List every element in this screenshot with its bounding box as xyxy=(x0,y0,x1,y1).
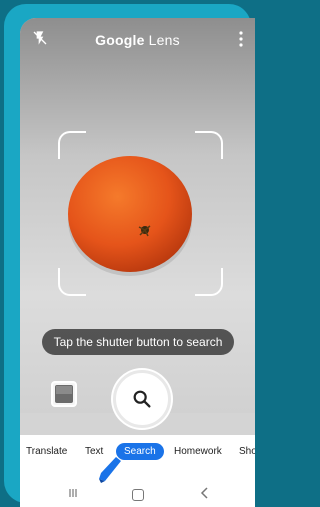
home-icon[interactable] xyxy=(132,489,144,501)
system-nav-bar xyxy=(20,481,255,507)
tab-shopping[interactable]: Sho xyxy=(239,446,255,457)
gallery-thumbnail-icon[interactable] xyxy=(50,378,78,408)
title-brand: Google xyxy=(95,32,145,48)
shutter-button[interactable] xyxy=(113,370,171,428)
tab-search[interactable]: Search xyxy=(116,443,164,460)
camera-viewfinder[interactable]: Google Lens Tap the shutter button to se… xyxy=(20,18,255,428)
screen: Google Lens Tap the shutter button to se… xyxy=(20,18,255,507)
selection-corner-top-right[interactable] xyxy=(195,131,223,159)
tab-translate[interactable]: Translate xyxy=(26,446,67,457)
shutter-hint: Tap the shutter button to search xyxy=(42,329,234,355)
phone-frame: Google Lens Tap the shutter button to se… xyxy=(4,4,255,507)
selection-corner-bottom-right[interactable] xyxy=(195,268,223,296)
app-title: Google Lens xyxy=(20,32,255,48)
search-icon xyxy=(133,390,151,408)
stylus-pen-icon xyxy=(99,457,121,483)
back-icon[interactable] xyxy=(200,487,210,499)
more-vert-icon[interactable] xyxy=(239,31,243,47)
orange-fruit-image xyxy=(68,156,192,276)
title-product: Lens xyxy=(148,32,180,48)
top-bar: Google Lens xyxy=(20,18,255,62)
mode-tabs: Translate Text Search Homework Sho xyxy=(20,435,255,481)
recents-icon[interactable] xyxy=(68,488,78,498)
tab-homework[interactable]: Homework xyxy=(174,446,222,457)
